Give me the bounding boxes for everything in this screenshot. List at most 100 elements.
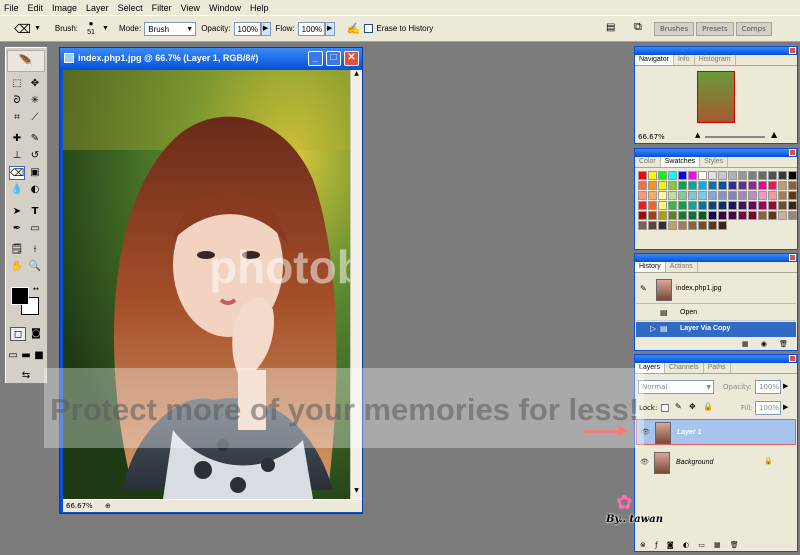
flow-input[interactable]: 100% bbox=[297, 21, 325, 36]
menu-window[interactable]: Window bbox=[209, 3, 241, 13]
navigator-thumbnail[interactable] bbox=[697, 71, 735, 123]
screen-mode-standard-icon[interactable]: ▭ bbox=[7, 349, 19, 363]
swatch[interactable] bbox=[728, 181, 737, 190]
notes-tool-icon[interactable]: 🗒 bbox=[9, 243, 25, 257]
tab-histogram[interactable]: Histogram bbox=[695, 55, 736, 65]
swatch[interactable] bbox=[688, 191, 697, 200]
brush-picker[interactable]: ● 51 bbox=[82, 20, 100, 37]
menu-select[interactable]: Select bbox=[118, 3, 143, 13]
tab-channels[interactable]: Channels bbox=[665, 363, 704, 373]
swatch[interactable] bbox=[708, 171, 717, 180]
crop-tool-icon[interactable]: ⌗ bbox=[9, 111, 25, 125]
swap-colors-icon[interactable]: ↔ bbox=[33, 285, 39, 293]
layer-mask-icon[interactable]: ◙ bbox=[667, 541, 674, 549]
zoom-out-icon[interactable]: ▲ bbox=[695, 131, 700, 139]
swatch[interactable] bbox=[648, 221, 657, 230]
palette-icon[interactable]: ▤ bbox=[606, 22, 615, 33]
fill-input[interactable]: 100% bbox=[755, 401, 781, 415]
lock-transparency-checkbox[interactable] bbox=[661, 404, 669, 412]
eraser-tool-preset-icon[interactable]: ⌫ bbox=[14, 22, 31, 36]
well-tab-comps[interactable]: Comps bbox=[735, 22, 772, 36]
document-title-bar[interactable]: index.php1.jpg @ 66.7% (Layer 1, RGB/8#)… bbox=[60, 48, 362, 70]
menu-filter[interactable]: Filter bbox=[152, 3, 172, 13]
status-menu-icon[interactable]: ⊕ bbox=[105, 502, 111, 510]
brush-tool-icon[interactable]: ✎ bbox=[27, 132, 43, 146]
lasso-tool-icon[interactable]: ᘐ bbox=[9, 94, 25, 108]
swatch[interactable] bbox=[638, 211, 647, 220]
swatch[interactable] bbox=[668, 181, 677, 190]
blend-mode-select[interactable]: Normal ▼ bbox=[638, 380, 714, 394]
screen-mode-full-menu-icon[interactable]: ▬ bbox=[20, 349, 32, 363]
eraser-tool-icon[interactable]: ⌫ bbox=[9, 166, 25, 180]
new-group-icon[interactable]: ▭ bbox=[698, 541, 705, 549]
swatch[interactable] bbox=[758, 181, 767, 190]
swatch[interactable] bbox=[698, 211, 707, 220]
history-brush-tool-icon[interactable]: ↺ bbox=[27, 149, 43, 163]
menu-file[interactable]: File bbox=[4, 3, 19, 13]
history-snapshot[interactable]: ✎ index.php1.jpg bbox=[636, 276, 796, 304]
lock-paint-icon[interactable]: ✎ bbox=[675, 402, 682, 411]
path-selection-tool-icon[interactable]: ➤ bbox=[9, 205, 25, 219]
swatch[interactable] bbox=[708, 191, 717, 200]
history-close-icon[interactable] bbox=[789, 254, 796, 261]
swatch[interactable] bbox=[688, 221, 697, 230]
link-layers-icon[interactable]: ⊗ bbox=[640, 541, 646, 549]
airbrush-icon[interactable]: ✍ bbox=[347, 22, 361, 35]
swatch[interactable] bbox=[738, 201, 747, 210]
opacity-slider-arrow-icon[interactable]: ▶ bbox=[260, 21, 271, 36]
swatch[interactable] bbox=[788, 201, 797, 210]
swatch[interactable] bbox=[738, 171, 747, 180]
swatch[interactable] bbox=[758, 201, 767, 210]
shape-tool-icon[interactable]: ▭ bbox=[27, 222, 43, 236]
swatch[interactable] bbox=[688, 201, 697, 210]
history-item-layer-via-copy[interactable]: ▷ ▤ Layer Via Copy bbox=[636, 322, 796, 337]
document-zoom[interactable]: 66.67% bbox=[66, 502, 93, 510]
swatch[interactable] bbox=[668, 211, 677, 220]
swatch[interactable] bbox=[678, 171, 687, 180]
swatch[interactable] bbox=[648, 211, 657, 220]
screen-mode-full-icon[interactable]: ■ bbox=[33, 349, 45, 363]
swatch[interactable] bbox=[678, 191, 687, 200]
swatch[interactable] bbox=[708, 221, 717, 230]
swatch[interactable] bbox=[718, 201, 727, 210]
layers-title-bar[interactable] bbox=[635, 355, 797, 363]
swatch[interactable] bbox=[648, 191, 657, 200]
tab-info[interactable]: Info bbox=[674, 55, 695, 65]
swatch[interactable] bbox=[728, 171, 737, 180]
swatch[interactable] bbox=[738, 211, 747, 220]
swatch[interactable] bbox=[638, 181, 647, 190]
swatch[interactable] bbox=[768, 171, 777, 180]
swatch[interactable] bbox=[648, 171, 657, 180]
menu-layer[interactable]: Layer bbox=[86, 3, 109, 13]
swatch[interactable] bbox=[658, 171, 667, 180]
swatch[interactable] bbox=[768, 191, 777, 200]
menu-edit[interactable]: Edit bbox=[28, 3, 44, 13]
swatch[interactable] bbox=[738, 191, 747, 200]
navigator-close-icon[interactable] bbox=[789, 47, 796, 54]
swatch[interactable] bbox=[758, 211, 767, 220]
swatch[interactable] bbox=[788, 191, 797, 200]
swatch[interactable] bbox=[658, 181, 667, 190]
zoom-in-icon[interactable]: ▲ bbox=[771, 130, 777, 139]
swatch[interactable] bbox=[658, 191, 667, 200]
bridge-icon[interactable]: ⧉ bbox=[634, 21, 642, 34]
scroll-up-arrow-icon[interactable]: ▲ bbox=[351, 70, 362, 82]
navigator-zoom[interactable]: 66.67% bbox=[638, 133, 665, 141]
well-tab-presets[interactable]: Presets bbox=[696, 22, 734, 36]
zoom-tool-icon[interactable]: 🔍 bbox=[27, 260, 43, 274]
swatch[interactable] bbox=[688, 171, 697, 180]
swatch[interactable] bbox=[648, 201, 657, 210]
swatch[interactable] bbox=[648, 181, 657, 190]
swatch[interactable] bbox=[748, 171, 757, 180]
swatch[interactable] bbox=[748, 211, 757, 220]
swatch[interactable] bbox=[748, 191, 757, 200]
swatch[interactable] bbox=[638, 191, 647, 200]
menu-help[interactable]: Help bbox=[250, 3, 269, 13]
swatch[interactable] bbox=[668, 221, 677, 230]
adjustment-layer-icon[interactable]: ◐ bbox=[683, 541, 689, 549]
navigator-title-bar[interactable] bbox=[635, 47, 797, 55]
erase-history-checkbox[interactable] bbox=[364, 24, 374, 33]
swatch[interactable] bbox=[718, 171, 727, 180]
swatch[interactable] bbox=[638, 221, 647, 230]
swatch[interactable] bbox=[748, 181, 757, 190]
